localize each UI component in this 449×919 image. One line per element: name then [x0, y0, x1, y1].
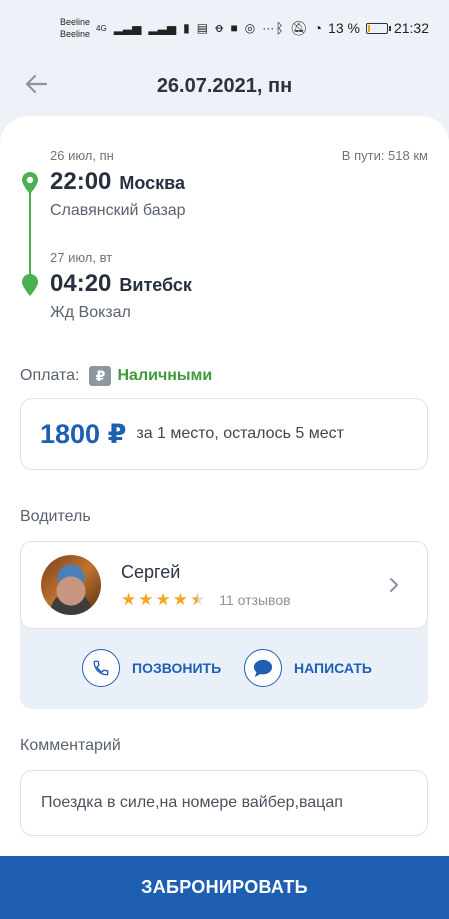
departure-date: 26 июл, пн	[50, 148, 114, 163]
arrival-row: 04:20 Витебск	[50, 270, 192, 298]
carrier-2: Beeline	[60, 29, 91, 39]
signal-icon-2: ▂▃▅	[148, 21, 177, 35]
star-half-icon: ★	[190, 590, 206, 609]
departure-row: 22:00 Москва	[50, 168, 185, 196]
battery-percent: 13 %	[328, 20, 360, 36]
driver-section-label: Водитель	[20, 508, 91, 525]
video-icon: ■	[230, 21, 238, 35]
sim-icon: ▮	[183, 21, 190, 35]
avatar	[41, 555, 101, 615]
clock: 21:32	[393, 20, 429, 36]
reviews-count: 11 отзывов	[219, 591, 291, 608]
chat-icon	[244, 649, 282, 687]
rating-row: ★ ★ ★ ★ ★ 11 отзывов	[121, 591, 291, 608]
call-label: ПОЗВОНИТЬ	[132, 660, 222, 676]
status-right: ᛒ 🔕︎ ◔ 13 % 21:32	[275, 20, 429, 37]
comment-section-label: Комментарий	[20, 737, 121, 754]
back-button[interactable]	[20, 68, 52, 100]
trip-details-card: 26 июл, пн В пути: 518 км 22:00 Москва С…	[0, 116, 449, 919]
arrival-place: Жд Вокзал	[50, 304, 131, 321]
signal-icon: ▂▃▅	[113, 21, 142, 35]
arrival-date: 27 июл, вт	[50, 250, 113, 265]
odnoklassniki-icon: ꝋ	[215, 21, 224, 35]
more-icon: ···	[262, 21, 275, 35]
payment-method: Наличными	[117, 367, 213, 384]
carrier-names: Beeline Beeline	[60, 16, 90, 40]
header: 26.07.2021, пн	[0, 56, 449, 116]
departure-time: 22:00	[50, 168, 112, 195]
departure-pin-icon	[22, 172, 38, 194]
arrival-city: Витебск	[119, 275, 192, 295]
status-icons: 4G ▂▃▅ ▂▃▅ ▮ ▤ ꝋ ■ ◎ ···	[96, 21, 274, 35]
driver-name: Сергей	[121, 562, 181, 582]
driver-card[interactable]: Сергей ★ ★ ★ ★ ★ 11 отзывов	[20, 541, 428, 629]
price-amount: 1800 ₽	[40, 418, 127, 449]
phone-icon	[82, 649, 120, 687]
mute-icon: 🔕︎	[289, 19, 308, 36]
departure-city: Москва	[119, 173, 186, 193]
ruble-icon: ₽	[89, 366, 112, 386]
chevron-right-icon	[390, 578, 398, 592]
trip-distance: В пути: 518 км	[341, 148, 428, 163]
departure-place: Славянский базар	[50, 202, 186, 219]
page-title: 26.07.2021, пн	[156, 74, 293, 97]
call-button[interactable]: ПОЗВОНИТЬ	[82, 649, 221, 687]
star-icon: ★	[121, 590, 137, 609]
status-bar: Beeline Beeline 4G ▂▃▅ ▂▃▅ ▮ ▤ ꝋ ■ ◎ ···…	[0, 0, 449, 56]
arrival-time: 04:20	[50, 270, 112, 297]
message-icon: ▤	[196, 21, 209, 35]
arrival-pin-icon	[22, 274, 38, 296]
arrow-left-icon	[25, 74, 48, 94]
price-box: 1800 ₽ за 1 место, осталось 5 мест	[20, 398, 428, 470]
comment-box: Поездка в силе,на номере вайбер,вацап	[20, 770, 428, 836]
price-note: за 1 место, осталось 5 мест	[136, 425, 344, 442]
driver-panel: Сергей ★ ★ ★ ★ ★ 11 отзывов ПОЗВОНИТЬ НА…	[20, 541, 428, 709]
battery-fill	[367, 24, 370, 32]
star-icon: ★	[138, 590, 154, 609]
network-type: 4G	[96, 23, 107, 33]
message-button[interactable]: НАПИСАТЬ	[244, 649, 372, 687]
driver-info: Сергей ★ ★ ★ ★ ★ 11 отзывов	[121, 562, 291, 608]
star-icon: ★	[155, 590, 171, 609]
payment-row: Оплата: ₽ Наличными	[20, 366, 212, 386]
bluetooth-icon: ᛒ	[275, 20, 284, 36]
payment-label: Оплата:	[20, 367, 80, 384]
battery-icon	[365, 22, 391, 34]
message-label: НАПИСАТЬ	[294, 660, 372, 676]
speed-icon: ◔	[313, 20, 323, 36]
instagram-icon: ◎	[244, 21, 256, 35]
carrier-1: Beeline	[60, 17, 91, 27]
route-line	[29, 186, 31, 284]
star-icon: ★	[172, 590, 188, 609]
book-button[interactable]: ЗАБРОНИРОВАТЬ	[0, 856, 449, 919]
